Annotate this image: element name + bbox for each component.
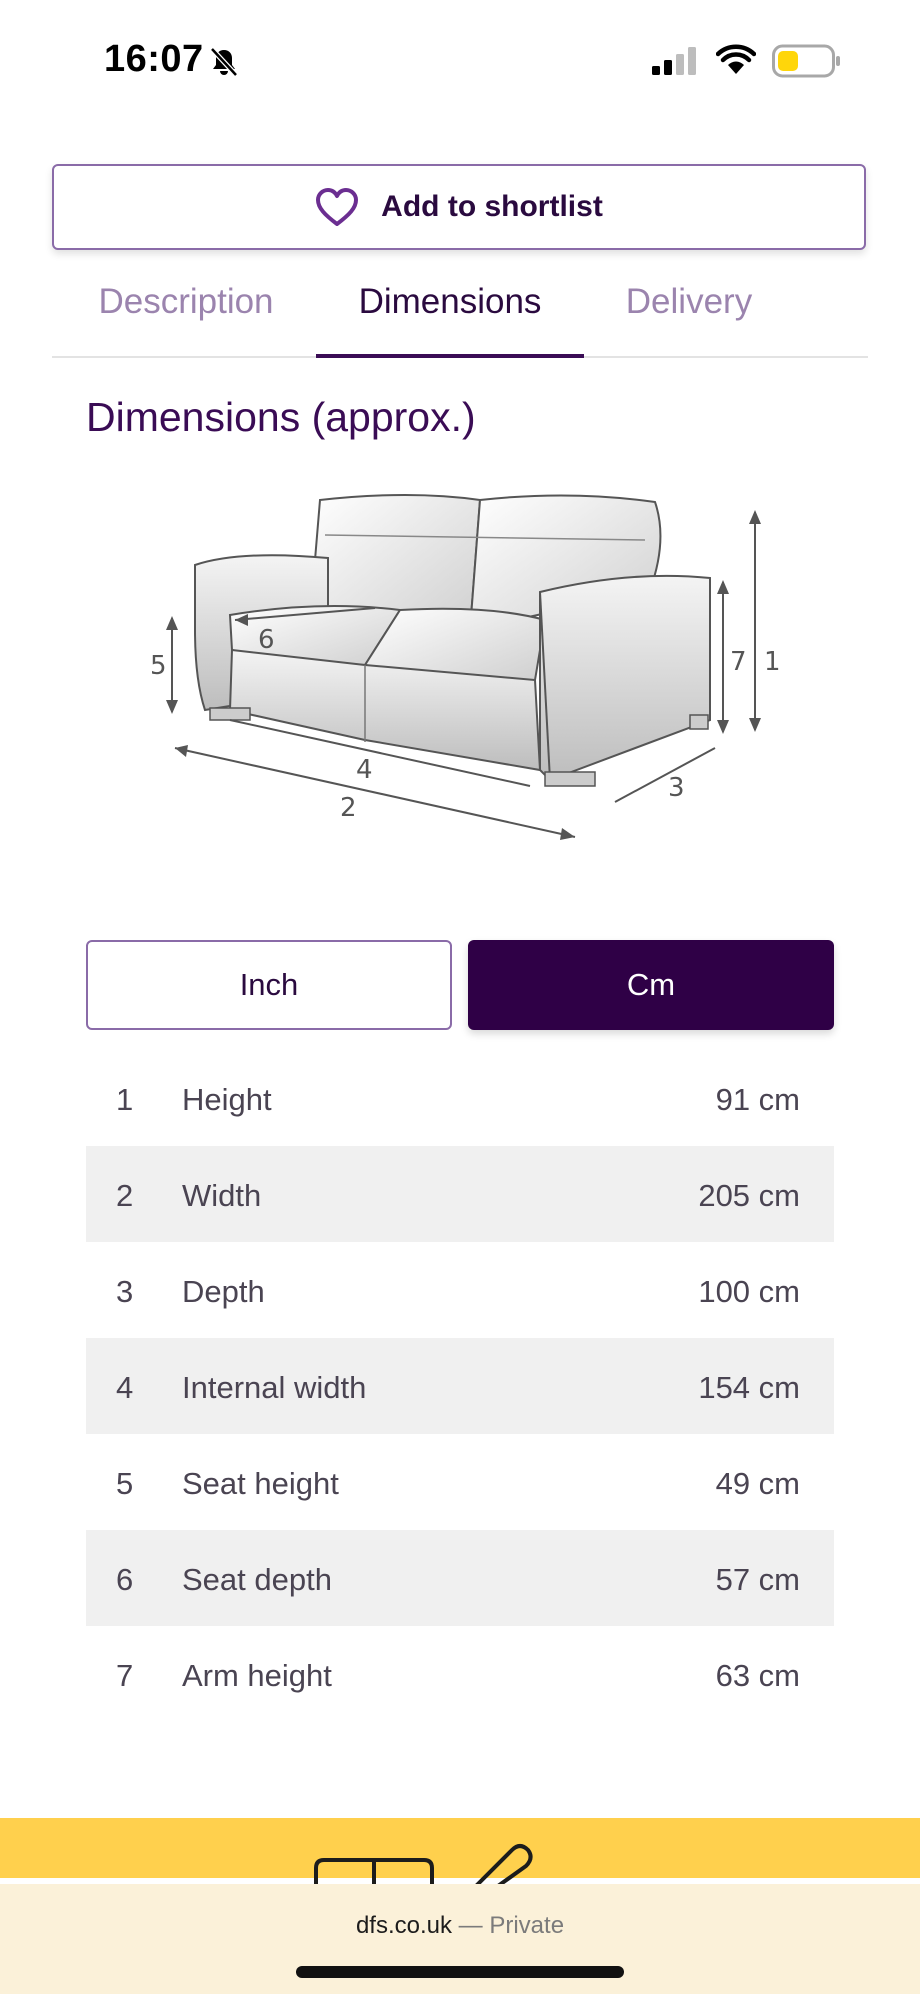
row-value: 154 cm: [698, 1370, 800, 1405]
home-indicator[interactable]: [296, 1966, 624, 1978]
url-separator: —: [458, 1912, 483, 1939]
row-label: Internal width: [182, 1370, 367, 1405]
table-row: 3 Depth 100 cm: [86, 1242, 834, 1338]
row-label: Seat height: [182, 1466, 339, 1501]
row-number: 2: [116, 1178, 134, 1213]
row-label: Height: [182, 1082, 272, 1117]
table-row: 1 Height 91 cm: [86, 1050, 834, 1146]
row-number: 1: [116, 1082, 134, 1117]
row-value: 49 cm: [715, 1466, 800, 1501]
diagram-marker-3: 3: [668, 773, 685, 803]
battery-icon: [772, 44, 840, 78]
status-bar: 16:07: [0, 0, 920, 120]
tab-delivery[interactable]: Delivery: [614, 282, 764, 354]
bell-slash-icon: [210, 47, 238, 77]
row-value: 91 cm: [715, 1082, 800, 1117]
table-row: 6 Seat depth 57 cm: [86, 1530, 834, 1626]
product-tabs: Description Dimensions Delivery: [52, 268, 868, 358]
unit-cm-button[interactable]: Cm: [468, 940, 834, 1030]
cellular-signal-icon: [652, 47, 696, 75]
row-label: Arm height: [182, 1658, 332, 1693]
table-row: 2 Width 205 cm: [86, 1146, 834, 1242]
wifi-icon: [716, 44, 756, 74]
shortlist-label: Add to shortlist: [381, 190, 603, 223]
row-value: 57 cm: [715, 1562, 800, 1597]
dimensions-title: Dimensions (approx.): [86, 394, 476, 440]
diagram-marker-7: 7: [730, 647, 747, 677]
add-to-shortlist-button[interactable]: Add to shortlist: [52, 164, 866, 250]
row-number: 6: [116, 1562, 134, 1597]
row-label: Width: [182, 1178, 262, 1213]
heart-icon: [316, 188, 359, 226]
promo-banner: [0, 1818, 920, 1898]
sofa-dimensions-diagram: 1 2 3 4 5 6 7: [150, 494, 781, 840]
table-row: 5 Seat height 49 cm: [86, 1434, 834, 1530]
tab-description[interactable]: Description: [86, 282, 286, 354]
row-value: 63 cm: [715, 1658, 800, 1693]
unit-inch-button[interactable]: Inch: [86, 940, 452, 1030]
row-number: 3: [116, 1274, 134, 1309]
row-value: 100 cm: [698, 1274, 800, 1309]
row-value: 205 cm: [698, 1178, 800, 1213]
table-row: 7 Arm height 63 cm: [86, 1626, 834, 1722]
row-number: 7: [116, 1658, 134, 1693]
url-text: dfs.co.uk: [355, 1912, 452, 1939]
row-number: 5: [116, 1466, 134, 1501]
dimensions-table: 1 Height 91 cm 2 Width 205 cm 3 Depth 10…: [86, 1050, 834, 1722]
row-number: 4: [116, 1370, 134, 1405]
status-time: 16:07: [104, 38, 204, 80]
diagram-marker-2: 2: [340, 793, 357, 823]
tab-dimensions[interactable]: Dimensions: [316, 282, 584, 358]
diagram-marker-5: 5: [150, 651, 167, 681]
table-row: 4 Internal width 154 cm: [86, 1338, 834, 1434]
diagram-marker-1: 1: [764, 647, 781, 677]
diagram-marker-6: 6: [258, 625, 275, 655]
row-label: Depth: [182, 1274, 265, 1309]
diagram-marker-4: 4: [356, 755, 373, 785]
row-label: Seat depth: [182, 1562, 332, 1597]
private-mode-label: Private: [489, 1912, 565, 1939]
